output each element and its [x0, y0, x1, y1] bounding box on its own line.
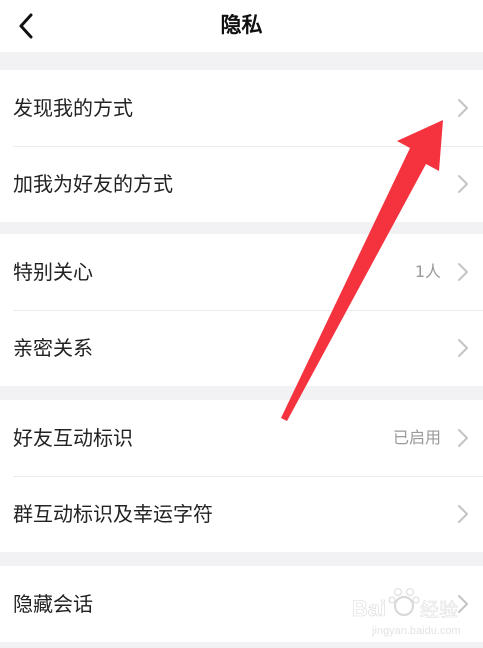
settings-row-value: 1人: [414, 262, 441, 281]
settings-row-label: 好友互动标识: [13, 426, 133, 450]
settings-row-value: 已启用: [392, 428, 441, 447]
chevron-right-icon: [458, 339, 468, 357]
settings-row-label: 发现我的方式: [13, 96, 133, 120]
settings-row-label: 特别关心: [13, 260, 93, 284]
settings-row-group-interaction-badge[interactable]: 群互动标识及幸运字符: [0, 476, 483, 552]
chevron-right-icon: [458, 595, 468, 613]
settings-row-label: 加我为好友的方式: [13, 172, 173, 196]
chevron-right-icon: [458, 99, 468, 117]
settings-row-label: 隐藏会话: [13, 592, 93, 616]
settings-row-find-me[interactable]: 发现我的方式: [0, 70, 483, 146]
chevron-right-icon: [458, 263, 468, 281]
settings-group-interaction: 好友互动标识 已启用 群互动标识及幸运字符: [0, 400, 483, 552]
settings-row-add-friend[interactable]: 加我为好友的方式: [0, 146, 483, 222]
nav-bar: 隐私: [0, 0, 483, 52]
settings-row-label: 群互动标识及幸运字符: [13, 502, 213, 526]
settings-group-relations: 特别关心 1人 亲密关系: [0, 234, 483, 386]
privacy-settings-screen: 隐私 发现我的方式 加我为好友的方式 特别关心 1人 亲密关系 好友互动标识 已…: [0, 0, 483, 648]
chevron-right-icon: [458, 505, 468, 523]
back-button[interactable]: [8, 8, 44, 44]
page-title: 隐私: [220, 13, 263, 37]
settings-row-intimate-relation[interactable]: 亲密关系: [0, 310, 483, 386]
chevron-right-icon: [458, 175, 468, 193]
chevron-right-icon: [458, 429, 468, 447]
settings-row-friend-interaction-badge[interactable]: 好友互动标识 已启用: [0, 400, 483, 476]
settings-group-hidden: 隐藏会话: [0, 566, 483, 642]
settings-group-discovery: 发现我的方式 加我为好友的方式: [0, 70, 483, 222]
chevron-left-icon: [19, 13, 33, 39]
settings-row-special-care[interactable]: 特别关心 1人: [0, 234, 483, 310]
settings-row-hidden-chats[interactable]: 隐藏会话: [0, 566, 483, 642]
settings-row-label: 亲密关系: [13, 336, 93, 360]
